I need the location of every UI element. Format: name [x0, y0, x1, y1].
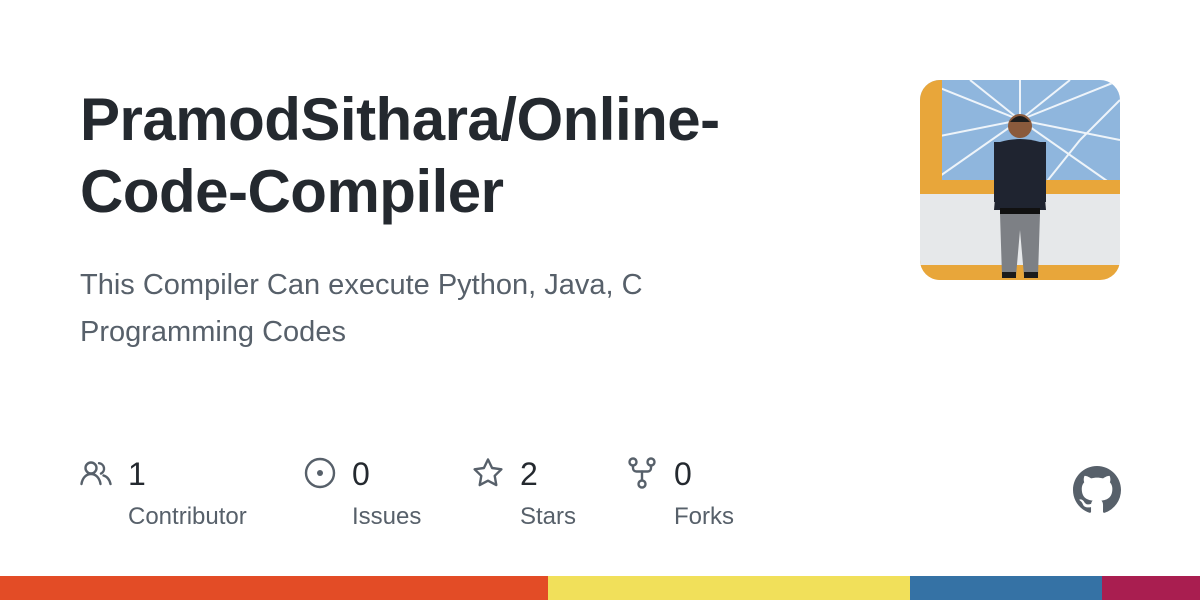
people-icon: [80, 461, 112, 486]
forks-label: Forks: [674, 503, 734, 530]
issue-icon: [304, 457, 336, 489]
language-segment: [548, 576, 910, 600]
star-icon: [473, 458, 503, 487]
github-logo-icon[interactable]: [1073, 466, 1121, 514]
forks-count: 0: [674, 456, 692, 492]
contributors-count: 1: [128, 456, 146, 492]
contributors-label: Contributor: [128, 503, 247, 530]
owner-avatar[interactable]: [920, 80, 1120, 280]
issues-label: Issues: [352, 503, 422, 530]
language-segment: [0, 576, 549, 600]
language-bar: [0, 576, 1200, 600]
stars-label: Stars: [520, 503, 577, 530]
stars-count: 2: [520, 456, 538, 492]
repo-description: This Compiler Can execute Python, Java, …: [80, 269, 643, 348]
issues-count: 0: [352, 456, 370, 492]
fork-icon: [628, 457, 656, 489]
avatar-photo: [920, 80, 1120, 280]
repo-title: PramodSithara/Online-Code-Compiler: [80, 84, 880, 228]
language-segment: [1101, 576, 1200, 600]
language-segment: [909, 576, 1102, 600]
repo-owner[interactable]: PramodSithara/: [80, 86, 517, 153]
